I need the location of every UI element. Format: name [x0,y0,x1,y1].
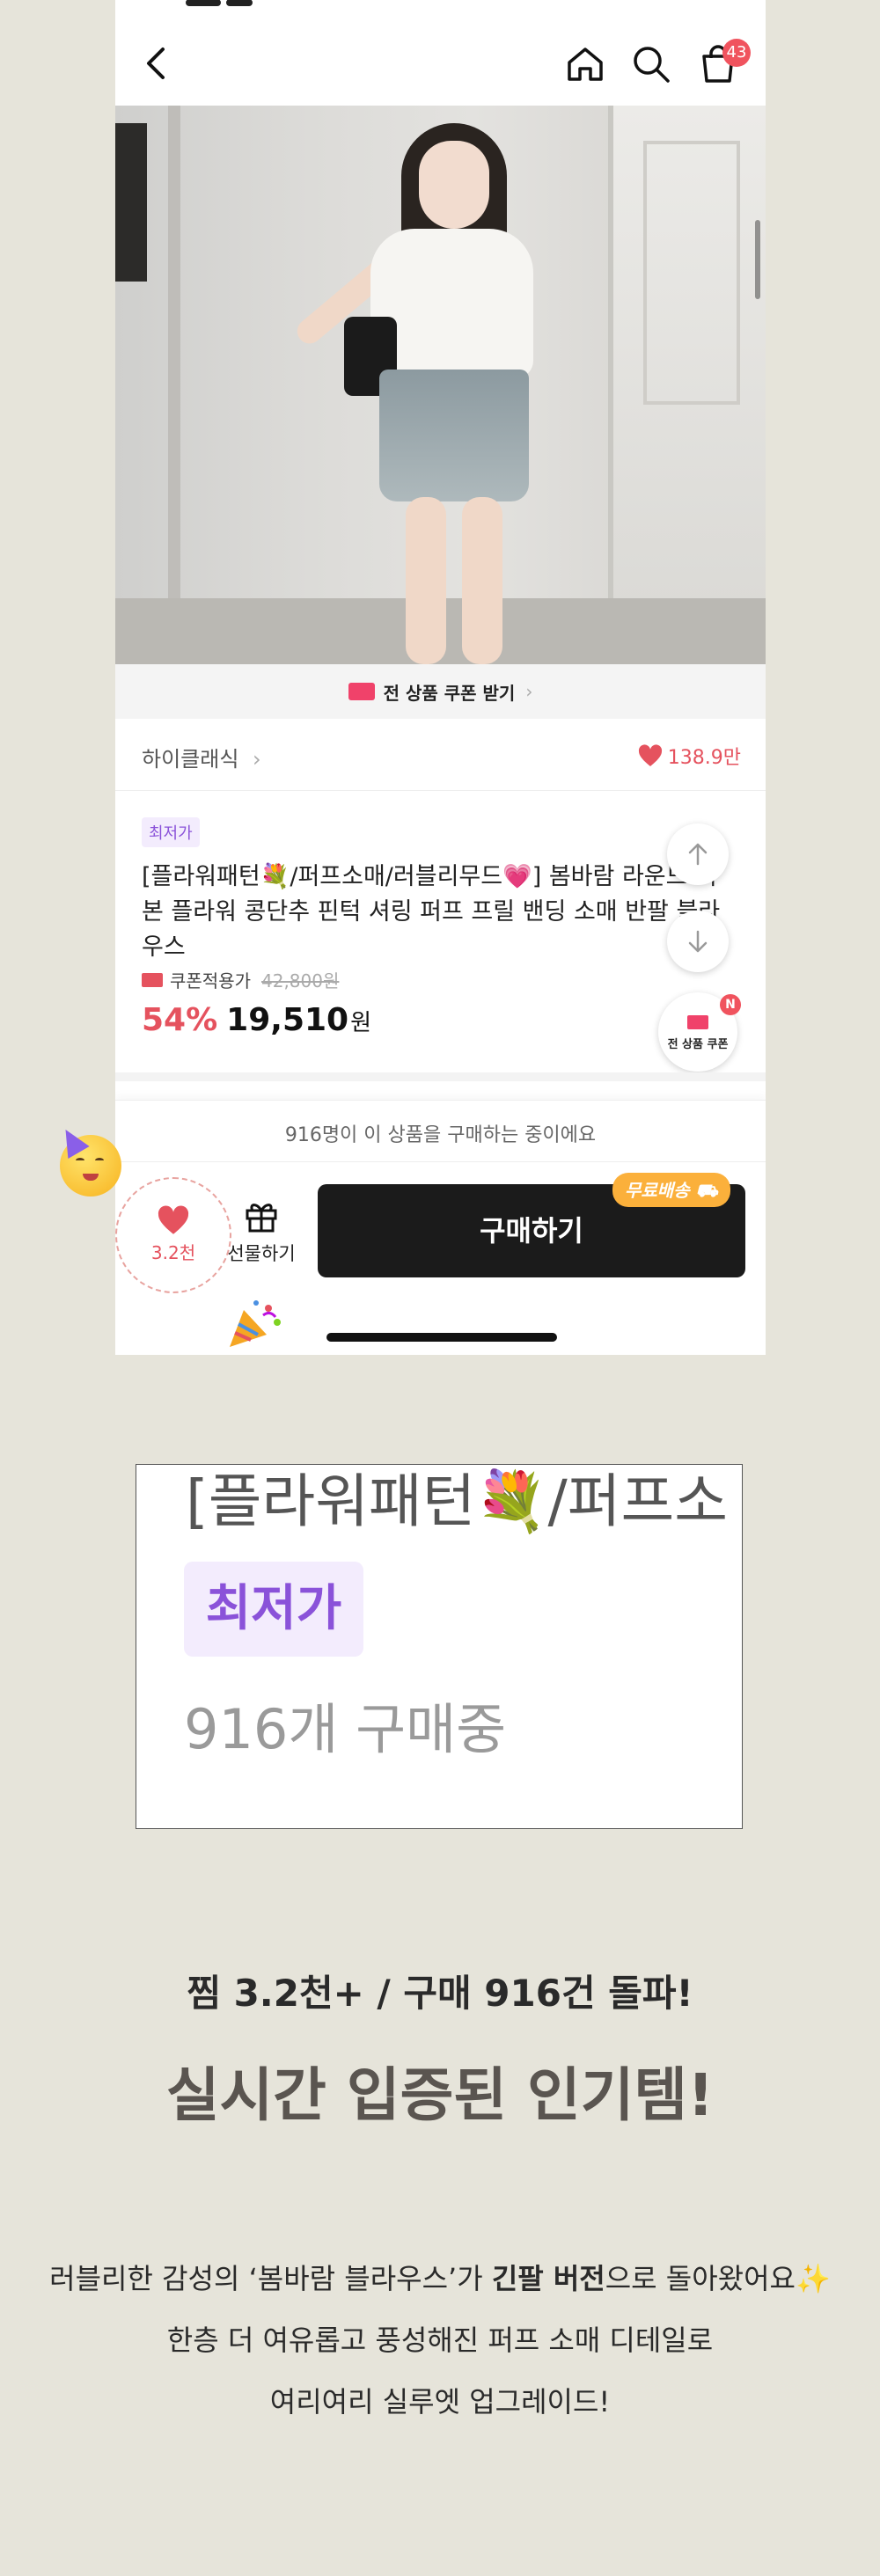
brand-name: 하이클래식 [142,747,239,772]
wishlist-like-button[interactable]: 3.2천 [115,1177,231,1293]
gift-button[interactable]: 선물하기 [226,1199,297,1266]
search-icon[interactable] [631,44,671,84]
zoom-purchase-count: 916개 구매중 [184,1697,507,1761]
door-panel [643,141,740,405]
promo-line-1-post: 으로 돌아왔어요✨ [605,2262,831,2295]
floating-coupon-label: 전 상품 쿠폰 [667,1038,729,1051]
sale-price: 19,510 [226,1002,349,1038]
brand-link[interactable]: 하이클래식 › [142,742,261,772]
scroll-down-button[interactable] [667,911,729,972]
coupon-price-row: 쿠폰적용가 42,800원 [142,967,339,992]
currency-unit: 원 [350,1010,372,1036]
free-shipping-badge: 무료배송 ⛟ [612,1173,730,1207]
home-indicator [326,1333,557,1342]
zoom-product-title: [플라워패턴💐/퍼프소 [186,1467,728,1535]
buying-now-notice: 916명이 이 상품을 구매하는 중이에요 [115,1109,766,1162]
truck-icon: ⛟ [695,1180,718,1201]
coupon-ticket-icon [687,1015,708,1029]
party-hat [55,1123,90,1159]
scroll-up-button[interactable] [667,823,729,885]
promo-line-3: 여리여리 실루엣 업그레이드! [269,2385,611,2419]
model-legs [397,497,511,664]
lowest-price-badge: 최저가 [142,817,200,847]
model-face [419,141,489,229]
coupon-banner-label: 전 상품 쿠폰 받기 [383,682,516,704]
heart-icon [638,744,662,766]
party-popper-emoji [224,1298,286,1350]
arrow-up-icon [688,843,708,866]
brand-row: 하이클래식 › 138.9만 [115,719,766,791]
emoji-mouth [83,1174,99,1181]
promo-description: 러블리한 감성의 ‘봄바람 블라우스’가 긴팔 버전으로 돌아왔어요✨ 한층 더… [0,2248,880,2433]
back-icon[interactable] [140,44,175,83]
brand-like-button[interactable]: 138.9만 [638,742,741,770]
status-bar-fragment [186,0,291,6]
model-skirt [379,370,529,501]
wall-edge [168,106,180,664]
wishlist-like-count: 3.2천 [150,1242,196,1263]
promo-line-1: 러블리한 감성의 ‘봄바람 블라우스’가 긴팔 버전으로 돌아왔어요✨ [0,2248,880,2309]
top-navigation-bar: 43 [115,0,766,106]
new-badge: N [720,994,741,1015]
promo-line-2: 한층 더 여유롭고 풍성해진 퍼프 소매 디테일로 [166,2324,714,2357]
price-row: 54% 19,510 원 [142,1002,371,1038]
product-image-carousel[interactable] [115,106,766,664]
section-divider [115,1072,766,1081]
product-title: [플라워패턴💐/퍼프소매/러블리무드💗] 봄바람 라운드 리본 플라워 콩단추 … [142,863,721,961]
coupon-banner[interactable]: 전 상품 쿠폰 받기 › [115,664,766,719]
emoji-eye [95,1158,104,1163]
gift-label: 선물하기 [227,1243,296,1264]
arrow-down-icon [688,930,708,953]
chevron-right-icon: › [253,747,261,772]
emoji-eye [76,1158,84,1163]
party-face-emoji [55,1123,121,1197]
gift-icon [246,1204,277,1233]
zoom-lowest-price-badge: 최저가 [184,1562,363,1657]
chevron-right-icon: › [525,681,533,702]
floating-coupon-button[interactable]: 전 상품 쿠폰 N [658,992,741,1072]
heart-icon [158,1205,189,1234]
promo-headline-large: 실시간 입증된 인기템! [165,2061,715,2129]
original-price: 42,800원 [261,970,340,992]
brand-like-count: 138.9만 [667,747,741,769]
promo-headline-small: 찜 3.2천+ / 구매 916건 돌파! [187,1972,693,2015]
scroll-indicator [755,220,760,299]
phone-screen: 43 전 상품 쿠폰 받기 › 하이클래식 › 138.9만 최저가 [플라워패… [115,0,766,1355]
zoom-detail-box: [플라워패턴💐/퍼프소 최저가 916개 구매중 [136,1464,743,1829]
wall-frame [115,123,147,282]
home-icon[interactable] [565,44,605,84]
promo-line-1-bold: 긴팔 버전 [491,2262,605,2295]
coupon-price-label: 쿠폰적용가 [170,970,251,992]
coupon-ticket-icon [142,972,163,987]
promo-line-1-pre: 러블리한 감성의 ‘봄바람 블라우스’가 [49,2262,492,2295]
free-shipping-label: 무료배송 [625,1180,690,1201]
coupon-ticket-icon [348,683,375,700]
cart-count-badge: 43 [722,39,751,67]
discount-rate: 54% [142,1002,218,1038]
